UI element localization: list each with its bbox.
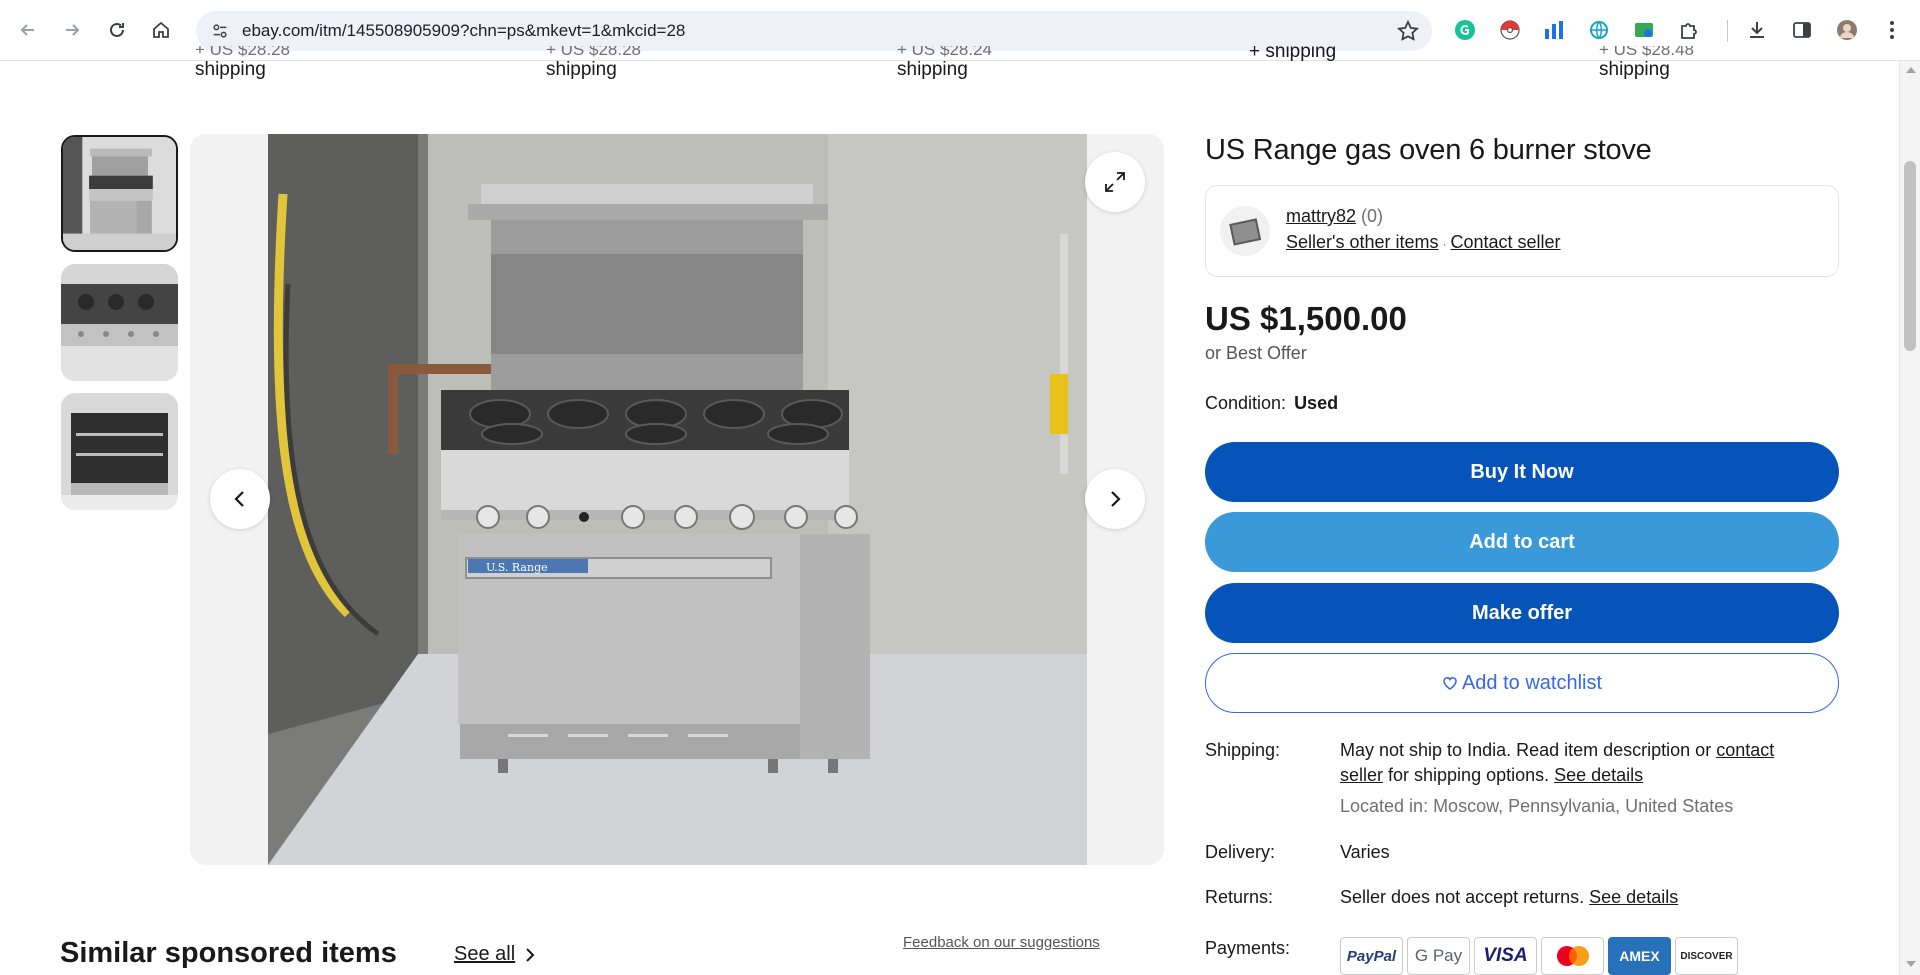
carousel-shipping-text: + US $28.28 shipping xyxy=(195,46,290,80)
separator-dot-icon: · xyxy=(1442,237,1447,251)
carousel-shipping-text: + US $28.24 shipping xyxy=(897,46,992,80)
seller-name-link[interactable]: mattry82 xyxy=(1286,206,1356,226)
analytics-extension-icon[interactable] xyxy=(1541,17,1567,43)
shipping-label: Shipping: xyxy=(1205,740,1281,760)
carousel-shipping-text: + shipping xyxy=(1249,46,1337,62)
see-all-link[interactable]: See all xyxy=(454,943,539,966)
discover-logo: DISCOVER xyxy=(1675,937,1738,975)
home-button[interactable] xyxy=(145,14,177,46)
network-extension-icon[interactable] xyxy=(1586,17,1612,43)
brand-plate-text: U.S. Range xyxy=(486,561,548,574)
more-menu-icon[interactable] xyxy=(1879,17,1905,43)
address-bar[interactable]: ebay.com/itm/145508905909?chn=ps&mkevt=1… xyxy=(196,11,1432,51)
url-text: ebay.com/itm/145508905909?chn=ps&mkevt=1… xyxy=(242,21,686,40)
condition-label: Condition: xyxy=(1205,393,1287,413)
seller-other-items-link[interactable]: Seller's other items xyxy=(1286,232,1439,252)
item-price: US $1,500.00 xyxy=(1205,300,1407,337)
product-photo: U.S. Range xyxy=(268,134,1087,865)
add-to-watchlist-button[interactable]: Add to watchlist xyxy=(1205,653,1839,713)
shipping-see-details-link[interactable]: See details xyxy=(1554,765,1643,785)
expand-icon xyxy=(1105,172,1125,192)
thumbnail-image-1[interactable] xyxy=(61,135,178,252)
returns-value: Seller does not accept returns. See deta… xyxy=(1340,885,1820,910)
previous-image-button[interactable] xyxy=(210,469,270,529)
make-offer-button[interactable]: Make offer xyxy=(1205,583,1839,643)
see-all-label: See all xyxy=(454,943,516,965)
heart-icon xyxy=(1443,677,1457,690)
condition-value: Used xyxy=(1294,393,1339,413)
best-offer-label: or Best Offer xyxy=(1205,343,1307,363)
similar-items-heading: Similar sponsored items xyxy=(60,937,397,969)
feedback-suggestions-link[interactable]: Feedback on our suggestions xyxy=(903,934,1100,951)
pokeball-extension-icon[interactable] xyxy=(1497,17,1523,43)
google-pay-logo: G Pay xyxy=(1407,937,1470,975)
scroll-down-arrow-icon[interactable] xyxy=(1906,961,1916,967)
reload-button[interactable] xyxy=(101,14,133,46)
returns-see-details-link[interactable]: See details xyxy=(1589,887,1678,907)
chevron-right-icon xyxy=(1111,491,1121,507)
seller-card: mattry82 (0) Seller's other items · Contac… xyxy=(1205,185,1839,277)
shipping-text-before: May not ship to India. Read item descrip… xyxy=(1340,740,1717,760)
site-info-icon[interactable] xyxy=(204,15,236,47)
next-image-button[interactable] xyxy=(1085,469,1145,529)
reload-icon xyxy=(110,22,124,37)
mastercard-logo xyxy=(1541,937,1604,975)
paypal-logo: PayPal xyxy=(1340,937,1403,975)
watchlist-label: Add to watchlist xyxy=(1461,671,1603,694)
scroll-thumb[interactable] xyxy=(1904,161,1916,351)
expand-image-button[interactable] xyxy=(1085,152,1145,212)
main-product-image[interactable]: U.S. Range xyxy=(190,134,1164,865)
seller-links: Seller's other items · Contact seller xyxy=(1286,232,1561,253)
shipping-value: May not ship to India. Read item descrip… xyxy=(1340,738,1820,819)
page-scrollbar[interactable] xyxy=(1899,61,1920,975)
visa-logo: VISA xyxy=(1474,937,1537,975)
image-extension-icon[interactable] xyxy=(1631,17,1657,43)
seller-avatar[interactable] xyxy=(1220,206,1270,256)
carousel-shipping-text: + US $28.28 shipping xyxy=(546,46,641,80)
side-panel-icon[interactable] xyxy=(1789,17,1815,43)
amex-logo: AMEX xyxy=(1608,937,1671,975)
returns-text: Seller does not accept returns. xyxy=(1340,887,1590,907)
item-location: Located in: Moscow, Pennsylvania, United… xyxy=(1340,796,1734,816)
delivery-value: Varies xyxy=(1340,842,1390,862)
payments-label: Payments: xyxy=(1205,938,1291,958)
mastercard-icon xyxy=(1556,946,1589,966)
item-title: US Range gas oven 6 burner stove xyxy=(1205,134,1652,166)
toolbar-divider xyxy=(1727,20,1728,42)
grammarly-extension-icon[interactable] xyxy=(1452,17,1478,43)
seller-store-icon xyxy=(1229,218,1262,246)
condition-row: Condition: Used xyxy=(1205,393,1338,414)
arrow-left-icon xyxy=(20,24,34,36)
thumbnail-image-3[interactable] xyxy=(61,393,178,510)
delivery-label: Delivery: xyxy=(1205,842,1276,862)
carousel-shipping-text: + US $28.48 shipping xyxy=(1599,46,1694,80)
chevron-right-icon xyxy=(526,947,535,962)
back-button[interactable] xyxy=(12,14,44,46)
home-icon xyxy=(153,21,169,38)
forward-button[interactable] xyxy=(56,14,88,46)
download-icon[interactable] xyxy=(1744,17,1770,43)
bookmark-star-icon[interactable] xyxy=(1396,19,1420,43)
chevron-left-icon xyxy=(234,491,244,507)
seller-feedback-count: (0) xyxy=(1361,206,1384,226)
returns-label: Returns: xyxy=(1205,887,1274,907)
scroll-up-arrow-icon[interactable] xyxy=(1906,67,1916,73)
extensions-puzzle-icon[interactable] xyxy=(1676,17,1702,43)
buy-it-now-button[interactable]: Buy It Now xyxy=(1205,442,1839,502)
arrow-right-icon xyxy=(66,24,80,36)
seller-name-row: mattry82 (0) xyxy=(1286,206,1383,227)
shipping-text-after: for shipping options. xyxy=(1383,765,1555,785)
thumbnail-image-2[interactable] xyxy=(61,264,178,381)
contact-seller-link[interactable]: Contact seller xyxy=(1451,232,1561,252)
profile-avatar[interactable] xyxy=(1834,17,1860,43)
add-to-cart-button[interactable]: Add to cart xyxy=(1205,512,1839,572)
